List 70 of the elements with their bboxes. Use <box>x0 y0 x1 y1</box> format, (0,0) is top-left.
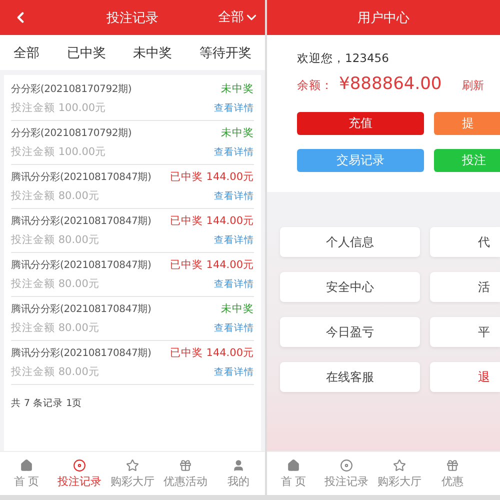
record-summary: 共 7 条记录 1页 <box>11 397 84 411</box>
details-link[interactable]: 查看详情 <box>214 190 254 203</box>
menu-button[interactable]: 个人信息 <box>280 227 420 257</box>
star-icon <box>393 458 406 472</box>
details-link[interactable]: 查看详情 <box>214 278 254 291</box>
filter-tab[interactable]: 未中奖 <box>133 44 172 62</box>
filter-tab[interactable]: 等待开奖 <box>199 44 252 62</box>
nav-tab[interactable]: 购彩大厅 <box>373 452 426 495</box>
action-button[interactable]: 充值 <box>297 112 424 135</box>
welcome-text: 欢迎您，123456 <box>297 51 390 66</box>
filter-tab[interactable]: 全部 <box>14 44 40 62</box>
gift-icon <box>179 458 192 472</box>
menu-button[interactable]: 退 <box>430 362 500 392</box>
bet-amount: 投注金额 80.00元 <box>11 321 100 336</box>
menu-button[interactable]: 代 <box>430 227 500 257</box>
nav-tab[interactable]: 首 页 <box>0 452 53 495</box>
record-status: 已中奖 144.00元 <box>170 258 254 272</box>
gift-icon <box>446 458 459 472</box>
nav-tab[interactable]: 优惠活动 <box>159 452 212 495</box>
nav-tab[interactable]: 首 页 <box>267 452 320 495</box>
details-link[interactable]: 查看详情 <box>214 146 254 159</box>
menu-button[interactable]: 在线客服 <box>280 362 420 392</box>
record-name: 分分彩(202108170792期) <box>11 82 132 96</box>
record-status: 未中奖 <box>221 302 254 316</box>
record-name: 腾讯分分彩(202108170847期) <box>11 346 152 360</box>
bet-amount: 投注金额 80.00元 <box>11 189 100 204</box>
nav-tab[interactable]: 购彩大厅 <box>106 452 159 495</box>
home-icon <box>287 458 300 472</box>
disc-icon <box>340 458 353 472</box>
nav-tab[interactable]: 投注记录 <box>53 452 106 495</box>
action-button[interactable]: 提 <box>434 112 500 135</box>
action-button[interactable]: 交易记录 <box>297 149 424 172</box>
nav-tab[interactable]: 我的 <box>212 452 265 495</box>
page-title: 用户中心 <box>358 10 410 26</box>
details-link[interactable]: 查看详情 <box>214 234 254 247</box>
nav-tab[interactable]: 投注记录 <box>320 452 373 495</box>
details-link[interactable]: 查看详情 <box>214 102 254 115</box>
bet-amount: 投注金额 80.00元 <box>11 233 100 248</box>
record-status: 已中奖 144.00元 <box>170 170 254 184</box>
menu-button[interactable]: 安全中心 <box>280 272 420 302</box>
menu-button[interactable]: 平 <box>430 317 500 347</box>
action-button[interactable]: 投注 <box>434 149 500 172</box>
details-link[interactable]: 查看详情 <box>214 366 254 379</box>
user-icon <box>232 458 245 472</box>
bet-amount: 投注金额 80.00元 <box>11 365 100 380</box>
bet-amount: 投注金额 100.00元 <box>11 101 106 116</box>
disc-icon <box>73 458 86 472</box>
record-status: 未中奖 <box>221 82 254 96</box>
filter-tab[interactable]: 已中奖 <box>66 44 106 62</box>
balance-amount: ¥888864.00 <box>339 74 442 94</box>
balance-label: 余额： <box>297 78 333 93</box>
record-status: 已中奖 144.00元 <box>170 214 254 228</box>
record-name: 腾讯分分彩(202108170847期) <box>11 214 152 228</box>
refresh-link[interactable]: 刷新 <box>462 78 484 93</box>
record-name: 腾讯分分彩(202108170847期) <box>11 170 152 184</box>
filter-dropdown[interactable]: 全部 <box>218 8 259 26</box>
nav-tab[interactable]: 优惠 <box>426 452 479 495</box>
record-name: 分分彩(202108170792期) <box>11 126 132 140</box>
record-status: 已中奖 144.00元 <box>170 346 254 360</box>
bet-amount: 投注金额 80.00元 <box>11 277 100 292</box>
details-link[interactable]: 查看详情 <box>214 322 254 335</box>
bet-amount: 投注金额 100.00元 <box>11 145 106 160</box>
menu-button[interactable]: 活 <box>430 272 500 302</box>
record-status: 未中奖 <box>221 126 254 140</box>
page-title: 投注记录 <box>106 10 158 26</box>
record-name: 腾讯分分彩(202108170847期) <box>11 302 152 316</box>
home-icon <box>20 458 33 472</box>
star-icon <box>126 458 139 472</box>
menu-button[interactable]: 今日盈亏 <box>280 317 420 347</box>
record-name: 腾讯分分彩(202108170847期) <box>11 258 152 272</box>
